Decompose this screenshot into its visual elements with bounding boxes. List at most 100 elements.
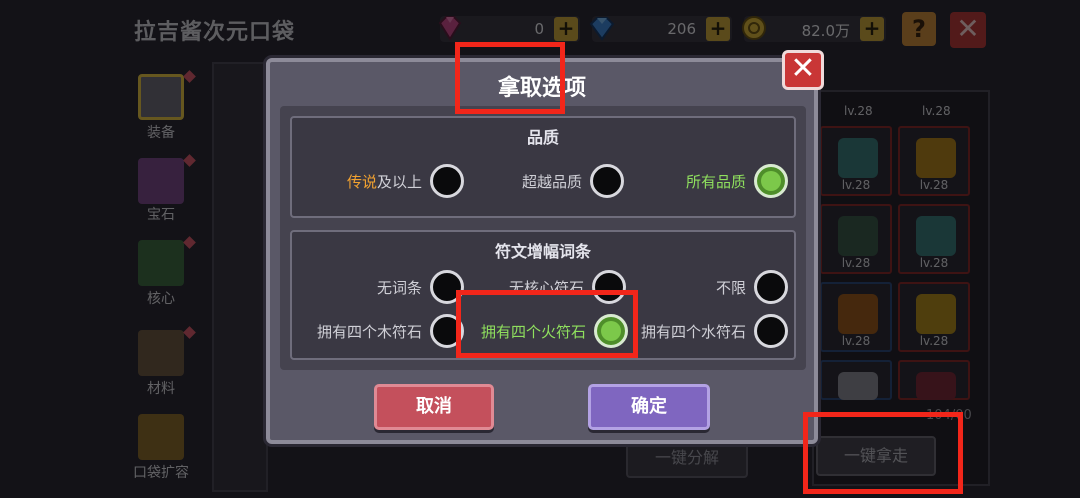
label-suffix: 及以上 bbox=[376, 173, 422, 191]
gold-count: 82.0万 bbox=[801, 22, 850, 40]
level-label: lv.28 bbox=[922, 104, 951, 118]
dialog-close-button[interactable]: ✕ bbox=[782, 50, 824, 90]
section-title: 品质 bbox=[526, 128, 559, 147]
option-no-core-rune[interactable]: 无核心符石 bbox=[498, 270, 626, 304]
armor-icon bbox=[138, 74, 184, 120]
radio-button[interactable] bbox=[754, 270, 788, 304]
close-pocket-button[interactable]: ✕ bbox=[950, 12, 986, 48]
add-diamond-button[interactable]: + bbox=[706, 17, 730, 41]
armor-icon bbox=[838, 372, 878, 400]
radio-button-selected[interactable] bbox=[754, 164, 788, 198]
armor-icon bbox=[916, 138, 956, 178]
confirm-button[interactable]: 确定 bbox=[588, 384, 710, 430]
gem-count: 0 bbox=[534, 20, 544, 38]
option-label: 拥有四个火符石 bbox=[480, 323, 586, 341]
diamond-count: 206 bbox=[667, 20, 696, 38]
sidebar-item-expand[interactable]: 口袋扩容 bbox=[118, 410, 204, 486]
radio-button[interactable] bbox=[592, 270, 626, 304]
level-label: lv.28 bbox=[841, 256, 871, 270]
option-label: 超越品质 bbox=[521, 173, 582, 191]
gem-icon bbox=[138, 158, 184, 204]
option-label: 拥有四个木符石 bbox=[316, 323, 422, 341]
sidebar-item-label: 口袋扩容 bbox=[133, 465, 189, 481]
sidebar-item-equipment[interactable]: 装备 bbox=[118, 70, 204, 146]
decompose-all-button[interactable]: 一键分解 bbox=[626, 438, 748, 478]
resource-gem: 0 + bbox=[438, 16, 580, 42]
diamond-blue-icon bbox=[589, 17, 615, 41]
armor-icon bbox=[838, 216, 878, 256]
inventory-slot[interactable]: lv.28 bbox=[820, 126, 892, 196]
sidebar-item-materials[interactable]: 材料 bbox=[118, 326, 204, 402]
inventory-slot[interactable]: lv.28 bbox=[898, 126, 970, 196]
option-four-wood-runes[interactable]: 拥有四个木符石 bbox=[308, 314, 464, 348]
gem-pink-icon bbox=[438, 16, 462, 41]
armor-icon bbox=[916, 372, 956, 400]
level-label: lv.28 bbox=[919, 178, 949, 192]
resource-diamond: 206 + bbox=[589, 16, 732, 42]
option-unlimited[interactable]: 不限 bbox=[692, 270, 788, 304]
material-icon bbox=[138, 330, 184, 376]
option-label: 无核心符石 bbox=[508, 279, 584, 297]
option-label: 不限 bbox=[715, 279, 746, 297]
option-transcendent[interactable]: 超越品质 bbox=[512, 164, 624, 198]
sidebar-item-label: 装备 bbox=[147, 125, 175, 141]
dialog-title: 拿取选项 bbox=[497, 76, 586, 101]
option-four-fire-runes[interactable]: 拥有四个火符石 bbox=[474, 314, 628, 348]
radio-button[interactable] bbox=[430, 314, 464, 348]
inventory-slot[interactable]: lv.28 bbox=[820, 282, 892, 352]
page-title: 拉吉酱次元口袋 bbox=[134, 20, 296, 45]
inventory-slot[interactable]: lv.28 bbox=[898, 282, 970, 352]
sidebar-item-gems[interactable]: 宝石 bbox=[118, 154, 204, 230]
level-label: lv.28 bbox=[919, 256, 949, 270]
option-four-water-runes[interactable]: 拥有四个水符石 bbox=[632, 314, 788, 348]
section-title: 符文增幅词条 bbox=[494, 242, 591, 261]
quality-section: 品质 传说及以上 超越品质 所有品质 bbox=[290, 116, 796, 218]
radio-button[interactable] bbox=[430, 164, 464, 198]
inventory-slot[interactable] bbox=[820, 360, 892, 400]
radio-button[interactable] bbox=[754, 314, 788, 348]
dialog-body: 品质 传说及以上 超越品质 所有品质 符文增幅词条 无词条 无核心符石 不限 拥… bbox=[280, 106, 806, 370]
notification-dot bbox=[183, 154, 196, 167]
resource-gold: 82.0万 + bbox=[742, 16, 886, 42]
option-no-affix[interactable]: 无词条 bbox=[338, 270, 464, 304]
armor-icon bbox=[916, 294, 956, 334]
rune-affix-section: 符文增幅词条 无词条 无核心符石 不限 拥有四个木符石 拥有四个火符石 拥有四个… bbox=[290, 230, 796, 360]
sidebar-item-core[interactable]: 核心 bbox=[118, 236, 204, 312]
help-button[interactable]: ? bbox=[902, 12, 936, 46]
take-options-dialog: 拿取选项 ✕ 品质 传说及以上 超越品质 所有品质 符文增幅词条 无词条 无核心… bbox=[266, 50, 824, 444]
add-gold-button[interactable]: + bbox=[860, 17, 884, 41]
level-label: lv.28 bbox=[841, 178, 871, 192]
notification-dot bbox=[183, 70, 196, 83]
option-all-quality[interactable]: 所有品质 bbox=[674, 164, 788, 198]
armor-icon bbox=[916, 216, 956, 256]
inventory-slot[interactable] bbox=[898, 360, 970, 400]
notification-dot bbox=[183, 326, 196, 339]
inventory-slot[interactable]: lv.28 bbox=[898, 204, 970, 274]
gold-coin-icon bbox=[742, 16, 766, 40]
top-bar: 拉吉酱次元口袋 0 + 206 + 82.0万 + ? ✕ bbox=[0, 0, 1080, 60]
level-label: lv.28 bbox=[919, 334, 949, 348]
level-label: lv.28 bbox=[841, 334, 871, 348]
radio-button-selected[interactable] bbox=[594, 314, 628, 348]
chest-expand-icon bbox=[138, 414, 184, 460]
inventory-count: 104/00 bbox=[926, 408, 972, 423]
inventory-grid-left bbox=[212, 62, 268, 492]
core-icon bbox=[138, 240, 184, 286]
option-label: 传说及以上 bbox=[347, 171, 422, 192]
take-all-button[interactable]: 一键拿走 bbox=[816, 436, 936, 476]
armor-icon bbox=[838, 294, 878, 334]
sidebar-item-label: 材料 bbox=[147, 381, 175, 397]
armor-icon bbox=[838, 138, 878, 178]
sidebar-item-label: 宝石 bbox=[147, 207, 175, 223]
inventory-slot[interactable]: lv.28 bbox=[820, 204, 892, 274]
radio-button[interactable] bbox=[430, 270, 464, 304]
option-legendary-and-above[interactable]: 传说及以上 bbox=[338, 164, 464, 198]
notification-dot bbox=[183, 236, 196, 249]
sidebar-item-label: 核心 bbox=[147, 291, 175, 307]
option-label: 所有品质 bbox=[685, 173, 746, 191]
cancel-button[interactable]: 取消 bbox=[374, 384, 494, 430]
radio-button[interactable] bbox=[590, 164, 624, 198]
add-gem-button[interactable]: + bbox=[554, 17, 578, 41]
level-label: lv.28 bbox=[844, 104, 873, 118]
option-label: 拥有四个水符石 bbox=[640, 323, 746, 341]
